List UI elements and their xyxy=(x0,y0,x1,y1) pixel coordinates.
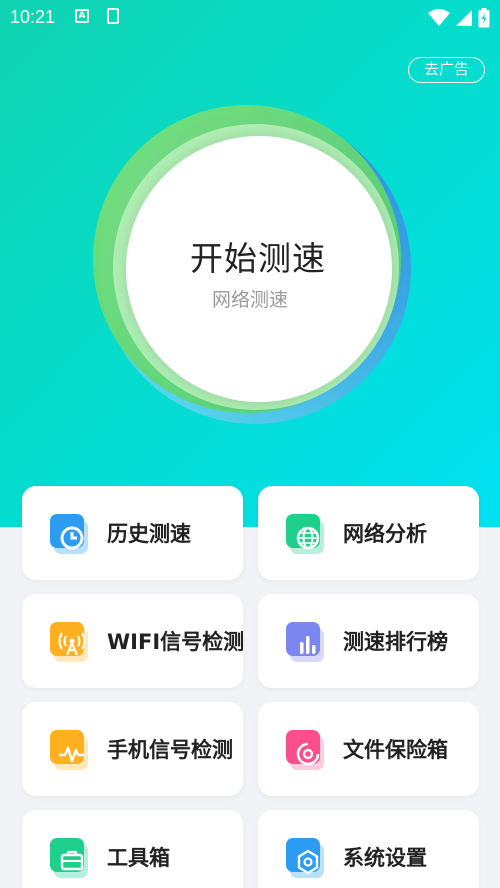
system-settings-card[interactable]: 系统设置 xyxy=(258,810,479,888)
speed-ranking-card[interactable]: 测速排行榜 xyxy=(258,594,479,688)
start-test-title[interactable]: 开始测速 xyxy=(0,232,500,280)
clock-icon xyxy=(50,514,88,554)
history-test-card[interactable]: 历史测速 xyxy=(22,486,243,580)
phone-signal-card[interactable]: 手机信号检测 xyxy=(22,702,243,796)
pulse-icon xyxy=(50,730,88,770)
battery-icon xyxy=(478,8,490,28)
card-label: 文件保险箱 xyxy=(343,738,448,762)
card-label: 系统设置 xyxy=(343,846,427,870)
status-right-icons xyxy=(428,8,490,28)
toolbox-icon xyxy=(50,838,88,878)
network-test-subtitle: 网络测速 xyxy=(211,289,288,311)
hexagon-settings-icon xyxy=(286,838,324,878)
bar-chart-icon xyxy=(286,622,324,662)
file-safe-card[interactable]: 文件保险箱 xyxy=(258,702,479,796)
remove-ads-button[interactable]: 去广告 xyxy=(408,57,485,83)
status-time: 10:21 xyxy=(10,7,56,27)
toolbox-card[interactable]: 工具箱 xyxy=(22,810,243,888)
card-label: WIFI信号检测 xyxy=(107,630,245,654)
card-label: 测速排行榜 xyxy=(343,630,448,654)
network-analysis-card[interactable]: 网络分析 xyxy=(258,486,479,580)
signal-tower-icon xyxy=(50,622,88,662)
card-label: 工具箱 xyxy=(107,846,170,870)
card-label: 手机信号检测 xyxy=(107,738,233,762)
safe-icon xyxy=(286,730,324,770)
sd-card-icon xyxy=(107,8,119,24)
wifi-icon xyxy=(428,9,450,26)
cell-signal-icon xyxy=(456,10,472,26)
card-label: 网络分析 xyxy=(343,522,427,546)
status-bar: 10:21 A xyxy=(0,0,500,34)
globe-icon xyxy=(286,514,324,554)
wifi-signal-card[interactable]: WIFI信号检测 xyxy=(22,594,245,688)
card-label: 历史测速 xyxy=(107,522,191,546)
accessibility-notification-icon: A xyxy=(75,9,89,23)
